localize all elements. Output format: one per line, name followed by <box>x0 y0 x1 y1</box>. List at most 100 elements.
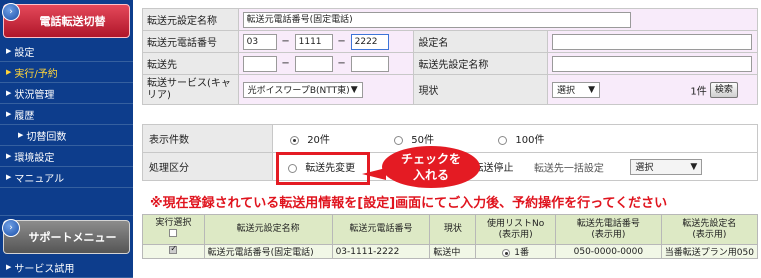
display-count-20-option[interactable]: 20件 <box>290 131 330 146</box>
triangle-right-icon: ▶ <box>6 263 12 271</box>
row-source-phone: 03-1111-2222 <box>331 244 431 259</box>
display-count-100-option[interactable]: 100件 <box>498 131 545 146</box>
radio-selected-icon[interactable] <box>502 248 511 257</box>
instruction-notice: ※現在登録されている転送用情報を[設定]画面にてご入力後、予約操作を行ってくださ… <box>150 196 668 211</box>
triangle-right-icon: ▶ <box>6 173 12 181</box>
sidebar-item-label: 実行/予約 <box>14 68 58 80</box>
dash: − <box>337 58 346 69</box>
sidebar-header-support[interactable]: › サポートメニュー <box>2 219 130 254</box>
setting-name-input[interactable] <box>551 33 752 50</box>
radio-icon <box>498 135 508 145</box>
highlight-frame <box>276 152 370 185</box>
col-header-dest-phone: 転送先電話番号 (表示用) <box>554 214 662 245</box>
row-list-no-cell: 1番 <box>475 244 556 259</box>
select-all-checkbox[interactable] <box>169 229 178 237</box>
row-checkbox[interactable] <box>169 246 178 254</box>
sidebar-item-service-trial[interactable]: ▶ サービス試用 <box>0 257 133 278</box>
bulk-select-value: 選択 <box>635 163 654 173</box>
source-setting-name-input[interactable]: 転送元電話番号(固定電話) <box>242 11 631 28</box>
col-header-source-name: 転送元設定名称 <box>203 214 333 245</box>
triangle-right-icon: ▶ <box>6 89 12 97</box>
destination-cell: − − <box>237 52 415 75</box>
row-list-no: 1番 <box>514 248 529 258</box>
sidebar-item-label: 切替回数 <box>26 131 67 143</box>
dropdown-arrow-icon: ▼ <box>588 84 595 95</box>
display-count-cell: 20件 50件 100件 <box>272 124 758 153</box>
callout-text: チェックを 入れる <box>400 152 461 182</box>
dest-setting-name-input[interactable] <box>551 55 752 72</box>
sidebar-item-history[interactable]: ▶ 履歴 <box>0 104 133 125</box>
dest-phone-part1-input[interactable] <box>242 55 277 72</box>
sidebar-item-settings[interactable]: ▶ 設定 <box>0 41 133 62</box>
dest-phone-part3-input[interactable] <box>350 55 389 72</box>
sidebar-item-execute-reserve[interactable]: ▶ 実行/予約 <box>0 62 133 83</box>
sidebar-support-header-label: サポートメニュー <box>28 231 117 244</box>
col-header-status: 現状 <box>429 214 477 245</box>
bulk-destination-label: 転送先一括設定 <box>533 163 604 174</box>
radio-label: 50件 <box>411 135 435 146</box>
results-table: 実行選択 転送元設定名称 転送元電話番号 現状 使用リストNo (表示用) 転送… <box>142 214 759 259</box>
source-phone-cell: 03−1111−2222 <box>237 30 415 53</box>
triangle-right-icon: ▶ <box>6 47 12 55</box>
col-header-execute: 実行選択 <box>142 214 205 245</box>
table-row[interactable]: 転送元電話番号(固定電話) 03-1111-2222 転送中 1番 050-00… <box>142 244 759 259</box>
dash: − <box>281 58 290 69</box>
sidebar-item-label: 環境設定 <box>14 152 55 164</box>
row-dest-phone: 050-0000-0000 <box>554 244 662 259</box>
triangle-right-icon: ▶ <box>6 152 12 160</box>
carrier-select-value: 光ボイスワープB(NTT東) <box>247 86 350 96</box>
triangle-right-icon: ▶ <box>18 131 24 139</box>
sidebar: › 電話転送切替 ▶ 設定 ▶ 実行/予約 ▶ 状況管理 ▶ 履歴 ▶ 切替回数 ▶ 環境設… <box>0 0 133 278</box>
sidebar-item-label: 履歴 <box>14 110 35 122</box>
carrier-label: 転送サービス(キャリア) <box>142 74 239 105</box>
table-header-row: 実行選択 転送元設定名称 転送元電話番号 現状 使用リストNo (表示用) 転送… <box>142 214 759 245</box>
chevron-right-icon: › <box>2 3 20 21</box>
source-setting-name-label: 転送元設定名称 <box>142 8 239 31</box>
triangle-right-icon: ▶ <box>6 68 12 76</box>
dash: − <box>281 36 290 47</box>
col-header-list-no: 使用リストNo (表示用) <box>475 214 556 245</box>
radio-selected-icon <box>290 135 300 145</box>
row-source-name: 転送元電話番号(固定電話) <box>203 244 333 259</box>
sidebar-item-label: サービス試用 <box>14 263 75 275</box>
row-dest-name: 当番転送プラン用050 <box>660 244 759 259</box>
status-cell: 選択 ▼ 1件 検索 <box>546 74 759 105</box>
dest-setting-name-label: 転送先設定名称 <box>413 52 548 75</box>
phone-part2-input[interactable]: 1111 <box>294 33 333 50</box>
carrier-cell: 光ボイスワープB(NTT東) ▼ <box>237 74 415 105</box>
destination-label: 転送先 <box>142 52 239 75</box>
sidebar-header-call-forwarding[interactable]: › 電話転送切替 <box>2 3 130 38</box>
sidebar-item-status-management[interactable]: ▶ 状況管理 <box>0 83 133 104</box>
dest-setting-name-cell <box>546 52 759 75</box>
setting-name-label: 設定名 <box>413 30 548 53</box>
carrier-select[interactable]: 光ボイスワープB(NTT東) ▼ <box>242 81 363 98</box>
sidebar-item-environment-settings[interactable]: ▶ 環境設定 <box>0 146 133 167</box>
chevron-right-icon: › <box>2 219 20 237</box>
result-count: 1件 <box>690 86 707 97</box>
col-header-dest-name: 転送先設定名 (表示用) <box>660 214 759 245</box>
phone-part1-input[interactable]: 03 <box>242 33 277 50</box>
sidebar-header-label: 電話転送切替 <box>39 15 106 28</box>
callout-bubble: チェックを 入れる <box>382 146 480 188</box>
source-phone-label: 転送元電話番号 <box>142 30 239 53</box>
radio-icon <box>394 135 404 145</box>
dropdown-arrow-icon: ▼ <box>350 84 358 95</box>
search-form: 転送元設定名称 転送元電話番号(固定電話) 転送元電話番号 03−1111−22… <box>142 8 759 105</box>
dropdown-arrow-icon: ▼ <box>690 161 698 172</box>
action-type-label: 処理区分 <box>142 152 273 181</box>
status-select[interactable]: 選択 ▼ <box>551 81 600 98</box>
row-select-cell <box>142 244 205 259</box>
radio-label: 20件 <box>307 135 330 146</box>
bulk-destination-select[interactable]: 選択 ▼ <box>630 158 703 175</box>
header-label: 実行選択 <box>155 218 192 228</box>
display-count-50-option[interactable]: 50件 <box>394 131 434 146</box>
sidebar-item-switch-count[interactable]: ▶ 切替回数 <box>0 125 133 146</box>
phone-part3-input[interactable]: 2222 <box>350 33 389 50</box>
setting-name-cell <box>546 30 759 53</box>
status-select-value: 選択 <box>556 86 575 96</box>
triangle-right-icon: ▶ <box>6 110 12 118</box>
sidebar-item-manual[interactable]: ▶ マニュアル <box>0 167 133 188</box>
dest-phone-part2-input[interactable] <box>294 55 333 72</box>
col-header-source-phone: 転送元電話番号 <box>331 214 431 245</box>
search-button[interactable]: 検索 <box>709 81 738 98</box>
